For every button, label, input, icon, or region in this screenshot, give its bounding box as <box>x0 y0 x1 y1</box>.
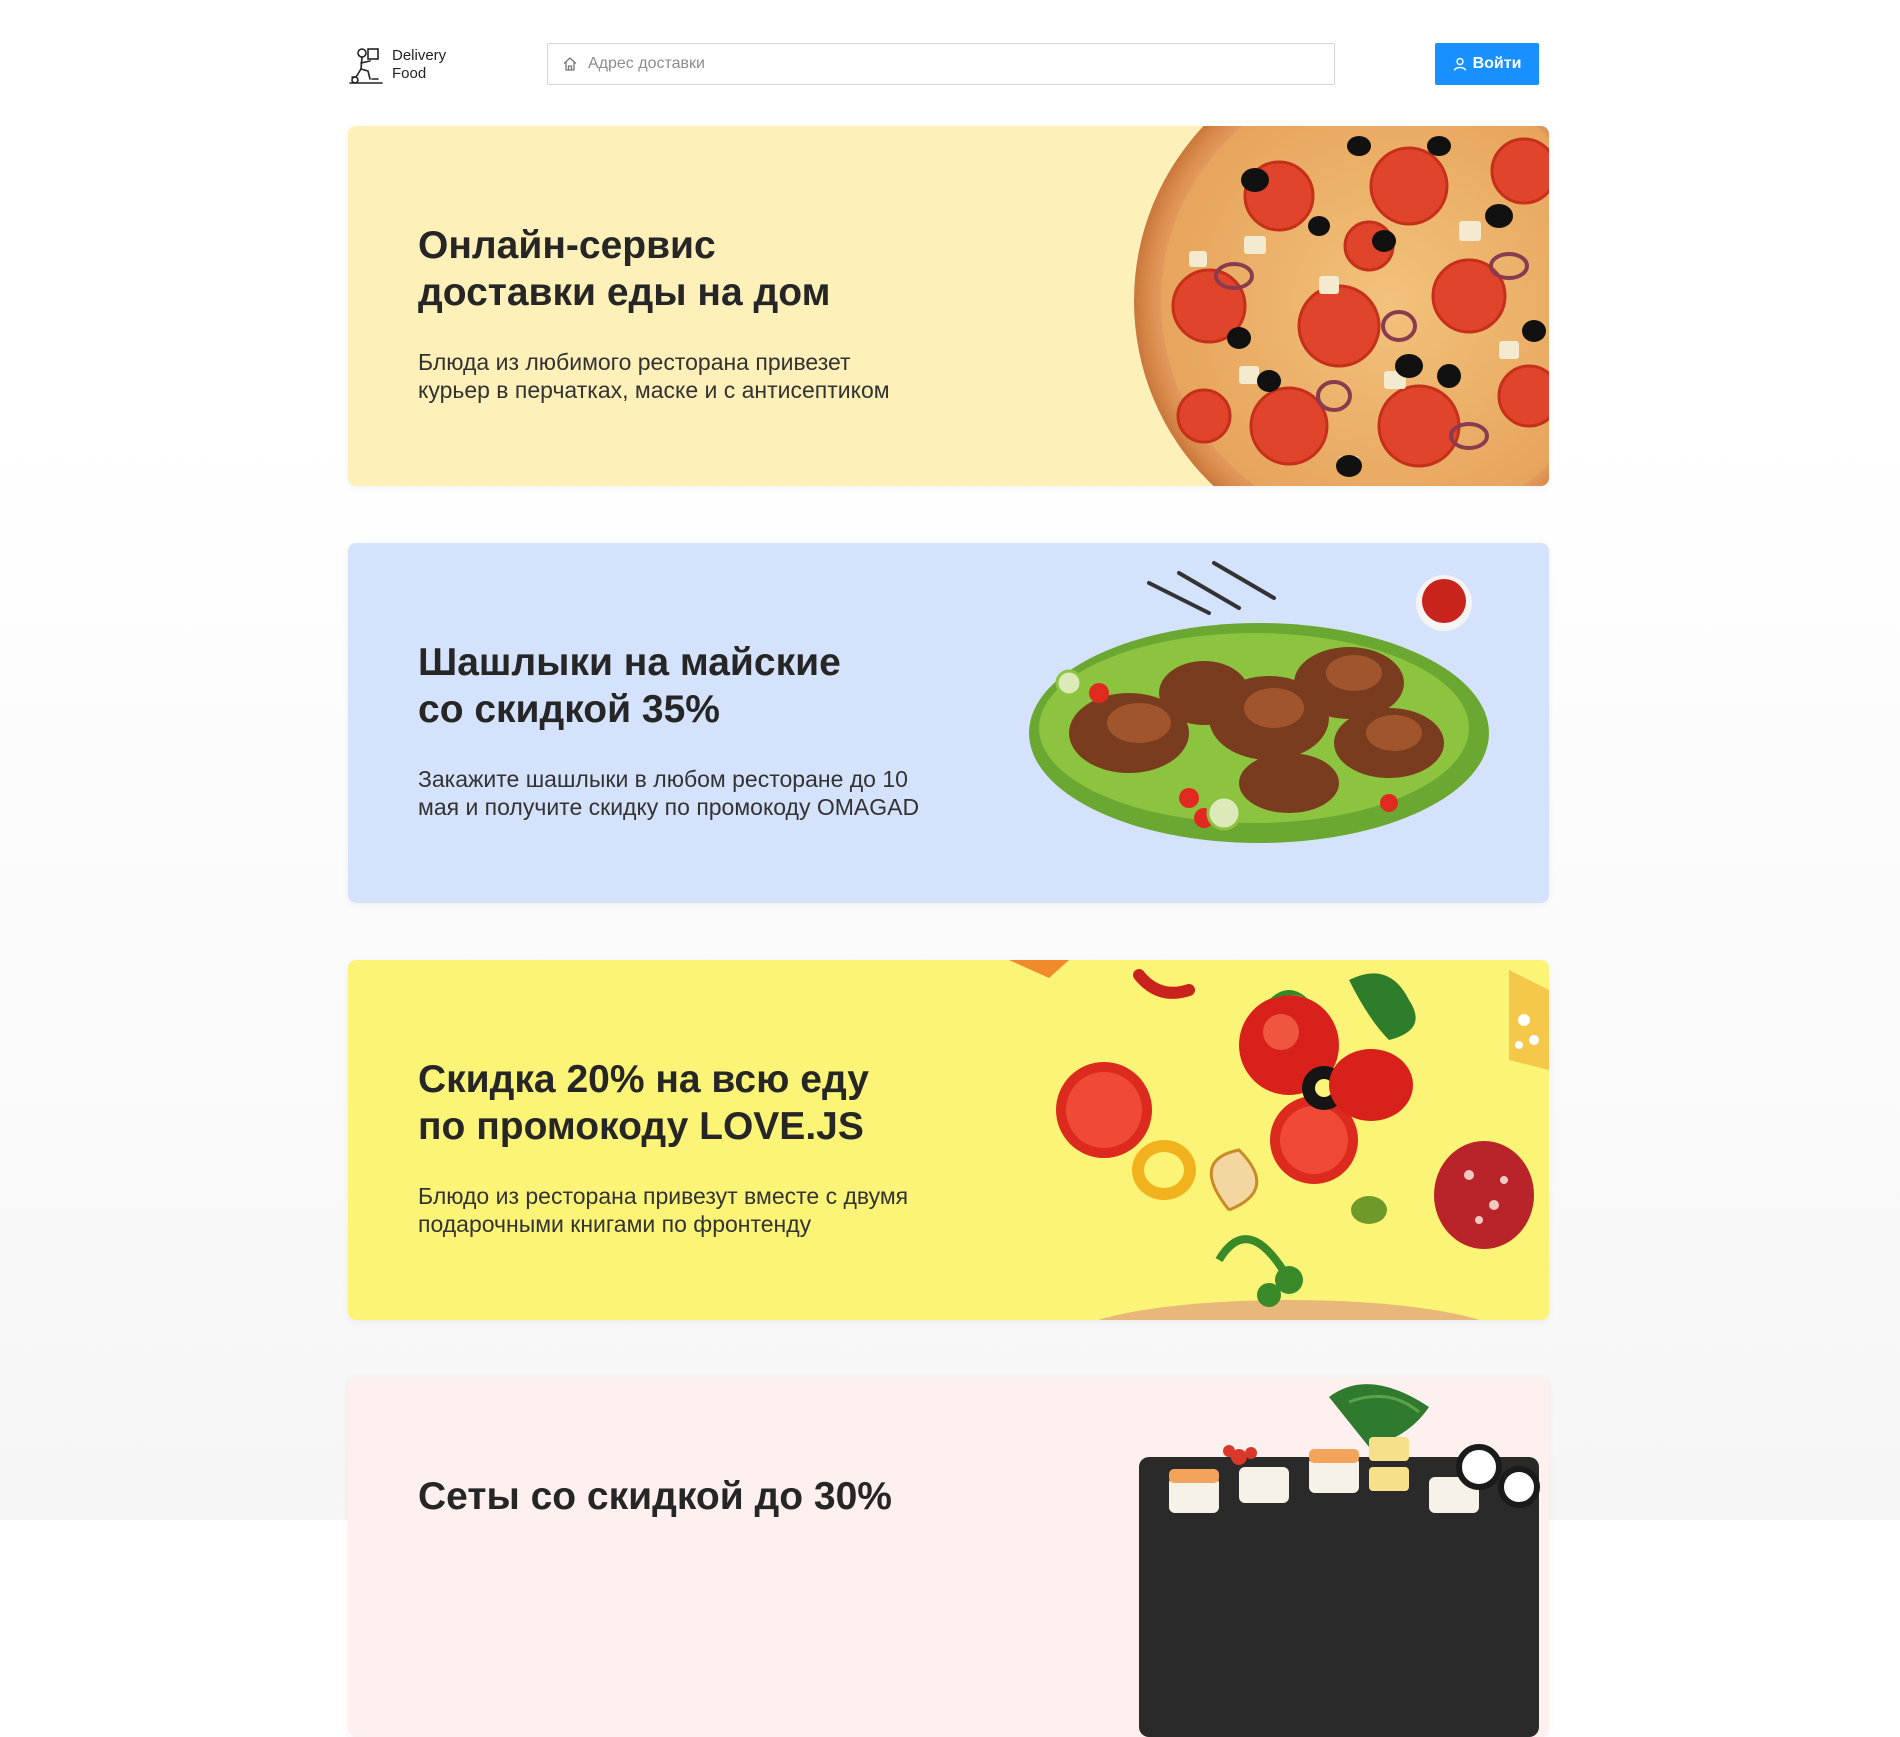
home-icon <box>563 57 577 71</box>
promo-title: Скидка 20% на всю еду по промокоду LOVE.… <box>418 1058 869 1148</box>
logo[interactable]: Delivery Food <box>348 45 446 85</box>
promo-card-discount-lovejs[interactable]: Скидка 20% на всю еду по промокоду LOVE.… <box>348 960 1549 1320</box>
promo-title: Онлайн-сервис доставки еды на дом <box>418 224 831 314</box>
promo-text: Сеты со скидкой до 30% <box>418 1473 978 1520</box>
kebab-image <box>1029 561 1489 843</box>
promo-description: Блюда из любимого ресторана привезет кур… <box>418 349 890 403</box>
delivery-courier-icon <box>349 48 383 84</box>
pizza-image <box>1134 126 1549 486</box>
login-button-label: Войти <box>1472 55 1522 72</box>
address-input[interactable] <box>586 54 1290 74</box>
promo-card-kebab[interactable]: Шашлыки на майские со скидкой 35% Закажи… <box>348 543 1549 903</box>
flying-ingredients-image <box>1009 960 1549 1320</box>
promo-card-sushi-sets[interactable]: Сеты со скидкой до 30% <box>348 1377 1549 1737</box>
address-field[interactable] <box>547 43 1335 85</box>
logo-text-line1: Delivery <box>392 47 447 64</box>
promo-text: Скидка 20% на всю еду по промокоду LOVE.… <box>418 1056 978 1238</box>
user-icon <box>1453 57 1466 71</box>
header: Delivery Food Войти <box>348 43 1540 87</box>
promo-description: Закажите шашлыки в любом ресторане до 10… <box>418 766 920 820</box>
promo-description: Блюдо из ресторана привезут вместе с дву… <box>418 1183 909 1237</box>
promo-text: Шашлыки на майские со скидкой 35% Закажи… <box>418 639 978 821</box>
logo-text: Delivery Food <box>392 47 446 83</box>
promo-text: Онлайн-сервис доставки еды на дом Блюда … <box>418 222 978 404</box>
promo-card-online-delivery[interactable]: Онлайн-сервис доставки еды на дом Блюда … <box>348 126 1549 486</box>
sushi-image <box>1139 1384 1540 1737</box>
promo-title: Сеты со скидкой до 30% <box>418 1475 892 1518</box>
promo-title: Шашлыки на майские со скидкой 35% <box>418 641 841 731</box>
logo-text-line2: Food <box>392 65 427 82</box>
login-button[interactable]: Войти <box>1435 43 1539 85</box>
